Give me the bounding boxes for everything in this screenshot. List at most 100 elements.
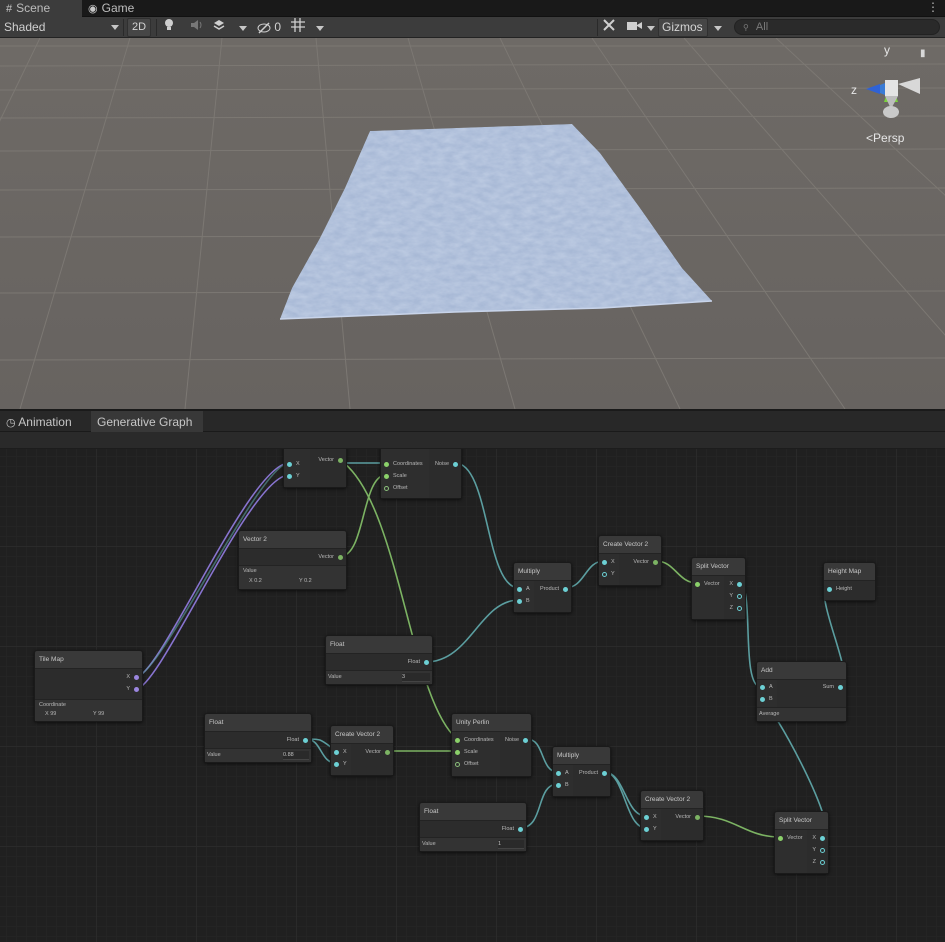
projection-toggle[interactable]: <Persp	[866, 131, 904, 145]
field-y[interactable]: Y 99	[93, 711, 104, 717]
tab-game-label: Game	[101, 1, 135, 15]
2d-toggle-button[interactable]: 2D	[127, 18, 151, 37]
more-menu-icon[interactable]: ⋮	[927, 0, 939, 15]
effects-toggle-icon[interactable]	[212, 18, 230, 37]
node-create-vector-a[interactable]: Create Vector 2 X Y Vector	[598, 535, 662, 586]
port-y-out[interactable]: Y	[126, 683, 139, 695]
float-value-field[interactable]: 3	[402, 673, 430, 682]
scene-viewport[interactable]: y z ▮ <Persp	[0, 38, 945, 409]
grid-chevron-down-icon[interactable]	[316, 26, 324, 31]
average-field[interactable]: Average	[759, 711, 779, 717]
port-vector-out[interactable]: Vector	[633, 556, 658, 568]
field-x[interactable]: X 0.2	[249, 578, 262, 584]
node-float-a[interactable]: Float Float Value 3	[325, 635, 433, 685]
port-b-in[interactable]: B	[556, 779, 569, 791]
node-add[interactable]: Add A B Sum Average	[756, 661, 847, 722]
node-float-c[interactable]: Float Float Value 1	[419, 802, 527, 852]
node-create-vector-b[interactable]: Create Vector 2 X Y Vector	[330, 725, 394, 776]
port-x-in[interactable]: X	[334, 746, 347, 758]
port-z-out[interactable]: Z	[730, 602, 742, 614]
gizmos-chevron-down-icon[interactable]	[714, 26, 722, 31]
camera-icon[interactable]	[627, 18, 643, 37]
port-vector-out[interactable]: Vector	[318, 551, 343, 563]
port-vector-out[interactable]: Vector	[318, 454, 343, 466]
port-vector-in[interactable]: Vector	[695, 578, 720, 590]
port-x-out[interactable]: X	[126, 671, 139, 683]
port-x-in[interactable]: X	[602, 556, 615, 568]
node-create-vector-c[interactable]: Create Vector 2 X Y Vector	[640, 790, 704, 841]
node-tile-map[interactable]: Tile Map X Y Coordinate X 99 Y 99	[34, 650, 143, 722]
gizmos-label: Gizmos	[662, 20, 703, 34]
node-title: Create Vector 2	[641, 791, 703, 809]
port-float-out[interactable]: Float	[502, 823, 523, 835]
port-x-in[interactable]: X	[287, 458, 300, 470]
port-x-out[interactable]: X	[729, 578, 742, 590]
port-a-in[interactable]: A	[517, 583, 530, 595]
grid-snapping-icon[interactable]	[291, 18, 305, 37]
port-y-out[interactable]: Y	[729, 590, 742, 602]
port-coordinates-in[interactable]: Coordinates	[384, 458, 423, 470]
node-perlin-partial[interactable]: Coordinates Scale Offset Noise	[380, 449, 462, 499]
port-x-out[interactable]: X	[812, 832, 825, 844]
port-float-out[interactable]: Float	[408, 656, 429, 668]
effects-chevron-down-icon[interactable]	[239, 26, 247, 31]
node-title: Vector 2	[239, 531, 346, 549]
port-y-in[interactable]: Y	[602, 568, 615, 580]
port-y-out[interactable]: Y	[812, 844, 825, 856]
node-vector-partial[interactable]: X Y Vector	[283, 449, 347, 488]
port-noise-out[interactable]: Noise	[435, 458, 458, 470]
shading-mode-dropdown[interactable]: Shaded	[4, 18, 120, 37]
port-offset-in[interactable]: Offset	[455, 758, 479, 770]
port-height-in[interactable]: Height	[827, 583, 852, 595]
generative-graph-canvas[interactable]: X Y Vector Coordinates Scale Offset Nois…	[0, 449, 945, 942]
scene-visibility-toggle[interactable]: 0	[257, 18, 285, 37]
port-scale-in[interactable]: Scale	[455, 746, 478, 758]
port-a-in[interactable]: A	[556, 767, 569, 779]
port-scale-in[interactable]: Scale	[384, 470, 407, 482]
lock-icon[interactable]: ▮	[920, 48, 926, 59]
float-value-field[interactable]: 0.88	[283, 751, 309, 760]
port-float-out[interactable]: Float	[287, 734, 308, 746]
tab-game[interactable]: ◉ Game	[82, 0, 146, 17]
scene-search-input[interactable]: ⚲ All	[734, 19, 940, 35]
field-y[interactable]: Y 0.2	[299, 578, 312, 584]
port-a-in[interactable]: A	[760, 681, 773, 693]
node-unity-perlin[interactable]: Unity Perlin Coordinates Scale Offset No…	[451, 713, 532, 777]
port-sum-out[interactable]: Sum	[823, 681, 843, 693]
camera-chevron-down-icon[interactable]	[647, 26, 655, 31]
tab-scene[interactable]: # Scene	[0, 0, 82, 17]
float-value-field[interactable]: 1	[498, 840, 524, 849]
field-label: Value	[328, 674, 342, 680]
port-x-in[interactable]: X	[644, 811, 657, 823]
port-y-in[interactable]: Y	[644, 823, 657, 835]
tab-scene-label: Scene	[16, 1, 51, 15]
node-vector2[interactable]: Vector 2 Vector Value X 0.2 Y 0.2	[238, 530, 347, 590]
port-product-out[interactable]: Product	[540, 583, 568, 595]
node-split-vector-b[interactable]: Split Vector Vector X Y Z	[774, 811, 829, 874]
port-z-out[interactable]: Z	[813, 856, 825, 868]
lighting-toggle-icon[interactable]	[163, 18, 177, 37]
port-product-out[interactable]: Product	[579, 767, 607, 779]
gizmos-button[interactable]: Gizmos	[658, 18, 708, 37]
node-title: Tile Map	[35, 651, 142, 669]
port-offset-in[interactable]: Offset	[384, 482, 408, 494]
node-height-map[interactable]: Height Map Height	[823, 562, 876, 601]
port-vector-out[interactable]: Vector	[365, 746, 390, 758]
port-b-in[interactable]: B	[760, 693, 773, 705]
node-multiply-b[interactable]: Multiply A B Product	[552, 746, 611, 797]
node-float-b[interactable]: Float Float Value 0.88	[204, 713, 312, 763]
tab-animation[interactable]: ◷ Animation	[0, 411, 89, 433]
port-coordinates-in[interactable]: Coordinates	[455, 734, 494, 746]
tab-generative-graph[interactable]: Generative Graph	[91, 411, 203, 433]
field-x[interactable]: X 99	[45, 711, 56, 717]
audio-toggle-icon[interactable]	[190, 18, 204, 37]
node-split-vector-a[interactable]: Split Vector Vector X Y Z	[691, 557, 746, 620]
tools-icon[interactable]	[602, 18, 618, 37]
port-vector-in[interactable]: Vector	[778, 832, 803, 844]
port-y-in[interactable]: Y	[287, 470, 300, 482]
port-vector-out[interactable]: Vector	[675, 811, 700, 823]
port-b-in[interactable]: B	[517, 595, 530, 607]
port-y-in[interactable]: Y	[334, 758, 347, 770]
node-multiply-a[interactable]: Multiply A B Product	[513, 562, 572, 613]
port-noise-out[interactable]: Noise	[505, 734, 528, 746]
